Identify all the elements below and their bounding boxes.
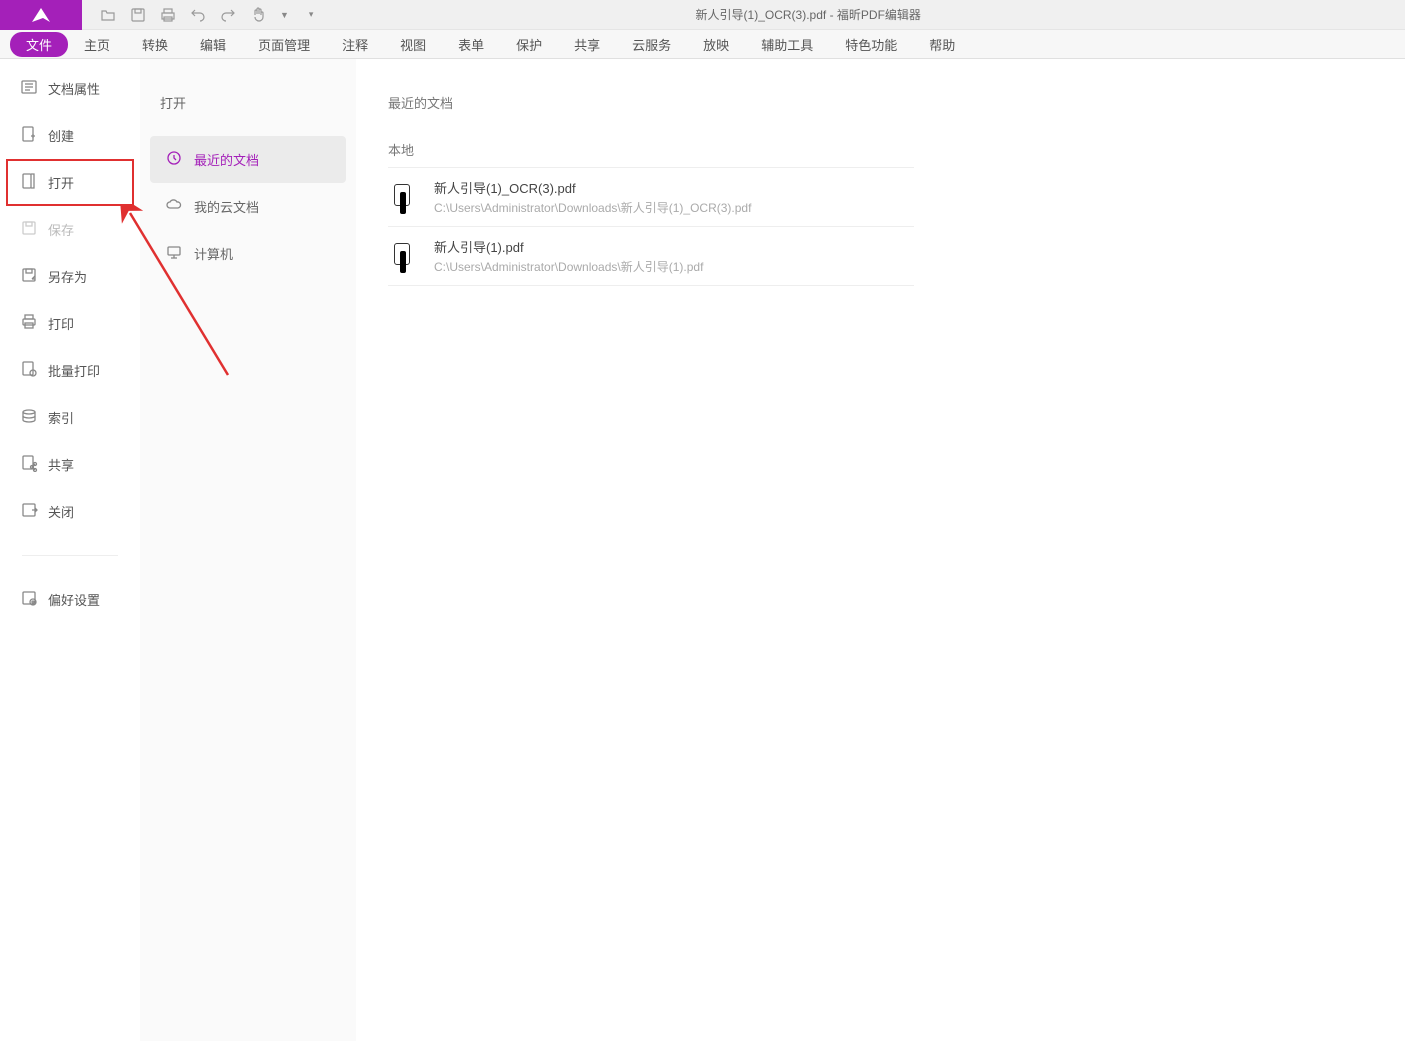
file-item-label: 偏好设置 <box>48 590 100 609</box>
recent-path: C:\Users\Administrator\Downloads\新人引导(1)… <box>434 199 910 216</box>
hand-icon[interactable] <box>250 7 266 23</box>
titlebar: ▼ ▾ 新人引导(1)_OCR(3).pdf - 福昕PDF编辑器 <box>0 0 1405 30</box>
file-item-open[interactable]: 打开 <box>6 159 134 206</box>
file-item-label: 保存 <box>48 220 74 239</box>
print-icon <box>20 313 38 334</box>
open-item-label: 计算机 <box>194 244 233 263</box>
recent-path: C:\Users\Administrator\Downloads\新人引导(1)… <box>434 258 910 275</box>
open-item-label: 最近的文档 <box>194 150 259 169</box>
open-panel: 打开 最近的文档 我的云文档 计算机 <box>140 59 356 1041</box>
ribbon-tab-page[interactable]: 页面管理 <box>242 31 326 58</box>
ribbon-tab-file[interactable]: 文件 <box>10 32 68 57</box>
ribbon-tab-help[interactable]: 帮助 <box>913 31 971 58</box>
close-icon <box>20 501 38 522</box>
open-item-recent[interactable]: 最近的文档 <box>150 136 346 183</box>
file-item-label: 批量打印 <box>48 361 100 380</box>
redo-icon[interactable] <box>220 7 236 23</box>
ribbon-tab-accessibility[interactable]: 辅助工具 <box>745 31 829 58</box>
qat-more-icon[interactable]: ▾ <box>309 9 314 20</box>
preferences-icon <box>20 589 38 610</box>
open-item-label: 我的云文档 <box>194 197 259 216</box>
file-item-index[interactable]: 索引 <box>6 394 134 441</box>
recent-name: 新人引导(1).pdf <box>434 237 910 256</box>
recent-item[interactable]: 新人引导(1).pdf C:\Users\Administrator\Downl… <box>388 227 914 286</box>
ribbon-tab-present[interactable]: 放映 <box>687 31 745 58</box>
file-item-close[interactable]: 关闭 <box>6 488 134 535</box>
file-item-saveas[interactable]: 另存为 <box>6 253 134 300</box>
share-icon <box>20 454 38 475</box>
ribbon-tab-cloud[interactable]: 云服务 <box>616 31 687 58</box>
clock-icon <box>166 150 182 169</box>
computer-icon <box>166 244 182 263</box>
open-panel-title: 打开 <box>150 73 346 136</box>
recent-list: 新人引导(1)_OCR(3).pdf C:\Users\Administrato… <box>388 167 914 286</box>
open-item-cloud[interactable]: 我的云文档 <box>150 183 346 230</box>
quick-access-toolbar: ▼ ▾ <box>82 7 331 23</box>
local-label: 本地 <box>388 140 1373 159</box>
file-item-print[interactable]: 打印 <box>6 300 134 347</box>
print-icon[interactable] <box>160 7 176 23</box>
recent-name: 新人引导(1)_OCR(3).pdf <box>434 178 910 197</box>
ribbon-tab-features[interactable]: 特色功能 <box>829 31 913 58</box>
recent-title: 最近的文档 <box>388 93 1373 112</box>
recent-item[interactable]: 新人引导(1)_OCR(3).pdf C:\Users\Administrato… <box>388 168 914 227</box>
file-item-label: 共享 <box>48 455 74 474</box>
file-item-save: 保存 <box>6 206 134 253</box>
hand-dropdown-icon[interactable]: ▼ <box>280 10 289 20</box>
file-item-preferences[interactable]: 偏好设置 <box>6 576 134 623</box>
file-item-create[interactable]: 创建 <box>6 112 134 159</box>
create-icon <box>20 125 38 146</box>
pdf-file-icon <box>392 241 414 271</box>
file-item-batchprint[interactable]: 批量打印 <box>6 347 134 394</box>
cloud-icon <box>166 197 182 216</box>
open-item-computer[interactable]: 计算机 <box>150 230 346 277</box>
file-item-share[interactable]: 共享 <box>6 441 134 488</box>
ribbon-tabs: 文件 主页 转换 编辑 页面管理 注释 视图 表单 保护 共享 云服务 放映 辅… <box>0 30 1405 59</box>
properties-icon <box>20 78 38 99</box>
file-item-label: 文档属性 <box>48 79 100 98</box>
window-title: 新人引导(1)_OCR(3).pdf - 福昕PDF编辑器 <box>331 6 1405 23</box>
file-item-label: 打开 <box>48 173 74 192</box>
ribbon-tab-comment[interactable]: 注释 <box>326 31 384 58</box>
undo-icon[interactable] <box>190 7 206 23</box>
content-area: 最近的文档 本地 新人引导(1)_OCR(3).pdf C:\Users\Adm… <box>356 59 1405 1041</box>
batchprint-icon <box>20 360 38 381</box>
file-item-label: 关闭 <box>48 502 74 521</box>
file-divider <box>22 555 118 556</box>
save-icon[interactable] <box>130 7 146 23</box>
file-item-label: 打印 <box>48 314 74 333</box>
ribbon-tab-edit[interactable]: 编辑 <box>184 31 242 58</box>
save-icon <box>20 219 38 240</box>
open-icon[interactable] <box>100 7 116 23</box>
app-logo[interactable] <box>0 0 82 30</box>
file-item-label: 另存为 <box>48 267 87 286</box>
ribbon-tab-share[interactable]: 共享 <box>558 31 616 58</box>
saveas-icon <box>20 266 38 287</box>
index-icon <box>20 407 38 428</box>
file-item-label: 索引 <box>48 408 74 427</box>
ribbon-tab-convert[interactable]: 转换 <box>126 31 184 58</box>
file-sidebar: 文档属性 创建 打开 保存 另存为 打印 批量打印 索引 <box>0 59 140 1041</box>
ribbon-tab-protect[interactable]: 保护 <box>500 31 558 58</box>
pdf-file-icon <box>392 182 414 212</box>
ribbon-tab-form[interactable]: 表单 <box>442 31 500 58</box>
ribbon-tab-home[interactable]: 主页 <box>68 31 126 58</box>
open-icon <box>20 172 38 193</box>
file-item-properties[interactable]: 文档属性 <box>6 65 134 112</box>
ribbon-tab-view[interactable]: 视图 <box>384 31 442 58</box>
file-item-label: 创建 <box>48 126 74 145</box>
